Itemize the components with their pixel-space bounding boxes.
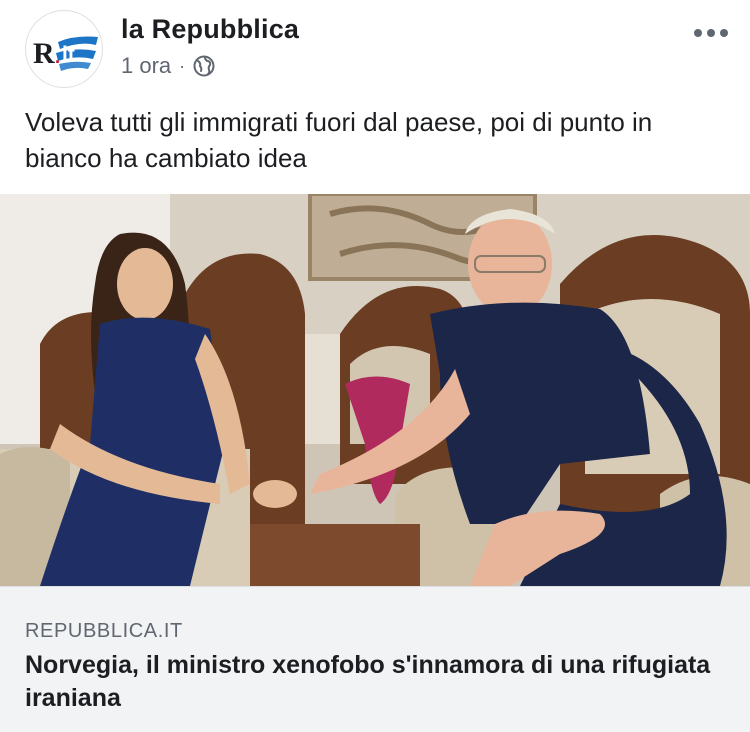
link-domain: REPUBBLICA.IT xyxy=(25,620,183,642)
more-dot xyxy=(707,29,715,37)
post-header: R . it la Repubblica 1 ora · xyxy=(0,0,750,90)
more-options-icon[interactable] xyxy=(694,24,728,42)
link-preview-image[interactable] xyxy=(0,194,750,586)
svg-text:it: it xyxy=(62,43,75,66)
page-avatar[interactable]: R . it xyxy=(25,10,103,88)
link-headline[interactable]: Norvegia, il ministro xenofobo s'innamor… xyxy=(25,649,725,715)
post-meta: 1 ora · xyxy=(121,53,215,79)
meta-separator: · xyxy=(179,55,186,76)
post-timestamp[interactable]: 1 ora xyxy=(121,53,171,79)
link-preview[interactable]: REPUBBLICA.IT Norvegia, il ministro xeno… xyxy=(0,586,750,732)
more-dot xyxy=(720,29,728,37)
svg-text:.: . xyxy=(55,47,60,67)
photo-illustration xyxy=(0,194,750,586)
svg-text:R: R xyxy=(33,37,55,70)
globe-icon xyxy=(193,55,215,77)
page-name-link[interactable]: la Repubblica xyxy=(121,14,299,45)
more-dot xyxy=(694,29,702,37)
post-message: Voleva tutti gli immigrati fuori dal pae… xyxy=(25,107,653,173)
repubblica-logo: R . it xyxy=(33,36,98,71)
